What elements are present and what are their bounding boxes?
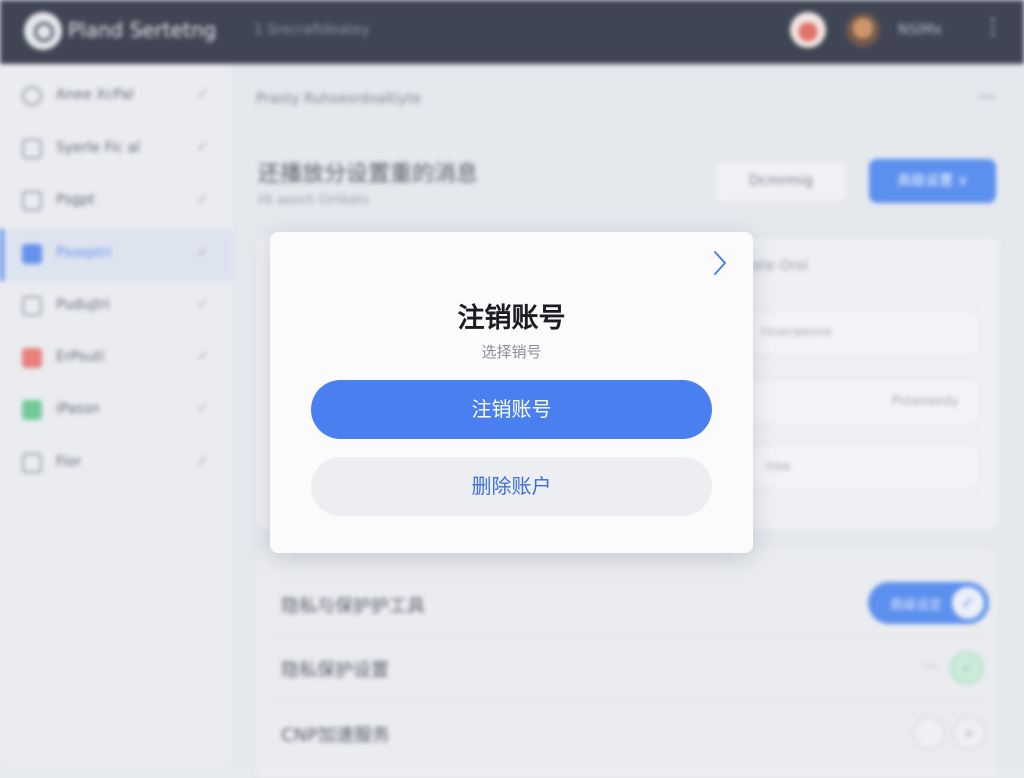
delete-account-button[interactable]: 删除账户 bbox=[311, 457, 712, 516]
dialog-subtitle: 选择销号 bbox=[481, 343, 542, 361]
dialog-title: 注销账号 bbox=[457, 303, 566, 334]
chevron-right-icon[interactable] bbox=[706, 248, 734, 278]
cancel-account-button[interactable]: 注销账号 bbox=[311, 380, 712, 439]
delete-account-dialog: 注销账号 选择销号 注销账号 删除账户 bbox=[270, 232, 753, 553]
